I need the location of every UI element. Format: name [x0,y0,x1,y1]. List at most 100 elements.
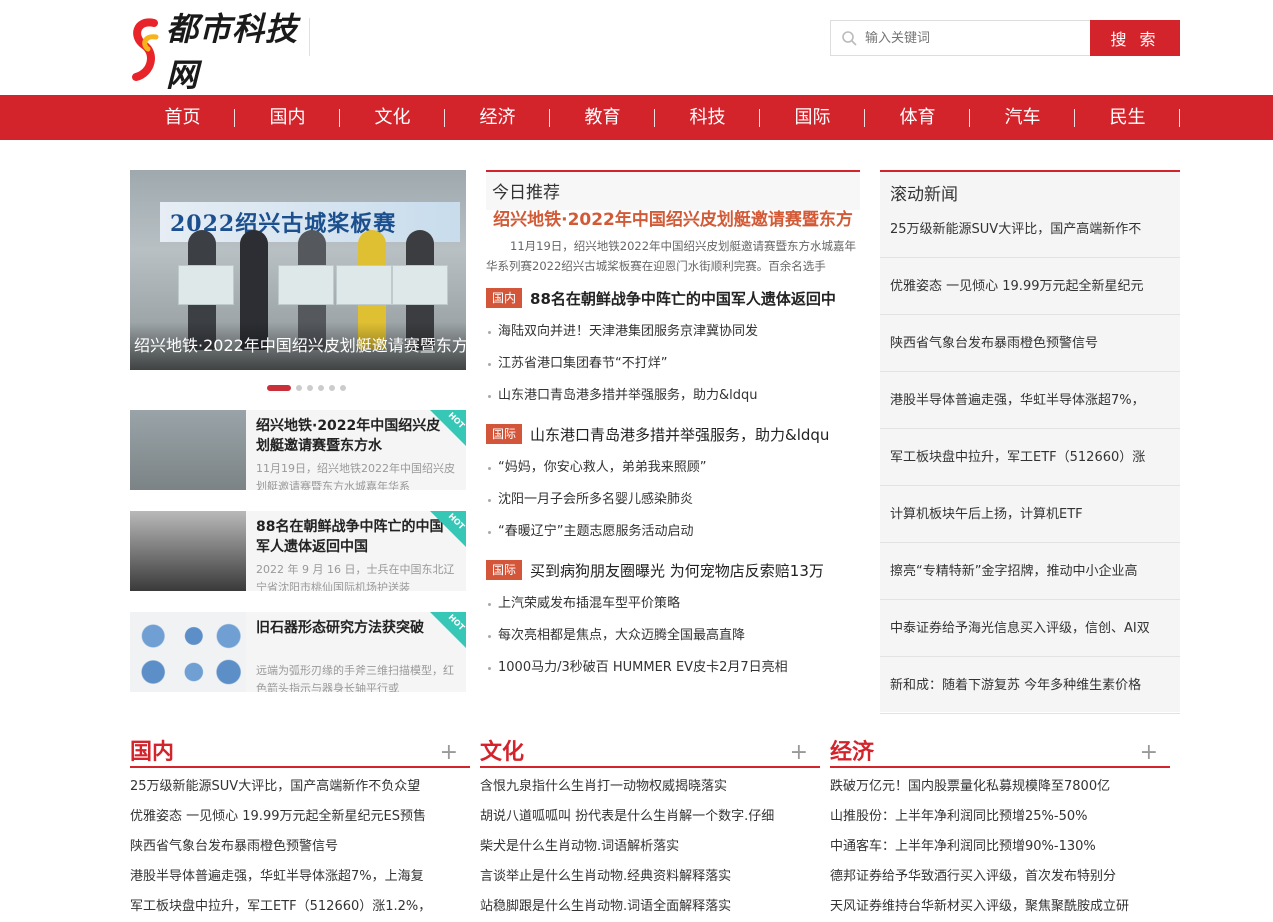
search-icon [842,31,857,46]
list-item[interactable]: 每次亮相都是焦点，大众迈腾全国最高直降 [486,620,860,652]
feature-thumbnail[interactable] [130,612,246,692]
site-logo[interactable]: 都市科技网 [130,10,310,94]
feature-thumbnail[interactable] [130,410,246,490]
nav-item-auto[interactable]: 汽车 [970,95,1075,140]
section-title[interactable]: 经济 [830,740,874,765]
list-item[interactable]: 军工板块盘中拉升，军工ETF（512660）涨1.2%， [130,892,470,922]
section-culture: 文化 + 含恨九泉指什么生肖打一动物权威揭晓落实 胡说八道呱呱叫 扮代表是什么生… [480,738,820,922]
list-item[interactable]: 新和成：随着下游复苏 今年多种维生素价格 [880,657,1180,714]
section-header: 文化 + [480,738,820,768]
feature-desc: 2022 年 9 月 16 日，士兵在中国东北辽宁省沈阳市桃仙国际机场护送装 [256,563,455,591]
list-item[interactable]: 军工板块盘中拉升，军工ETF（512660）涨 [880,429,1180,486]
feature-thumbnail[interactable] [130,511,246,591]
list-item[interactable]: 山推股份：上半年净利润同比预增25%-50% [830,802,1170,832]
news-group-title[interactable]: 88名在朝鲜战争中阵亡的中国军人遗体返回中 [530,288,836,309]
slider-dot[interactable] [296,385,302,391]
list-item[interactable]: 上汽荣威发布插混车型平价策略 [486,588,860,620]
search-field[interactable] [830,20,1090,56]
more-icon[interactable]: + [440,738,458,768]
list-item[interactable]: “妈妈，你安心救人，弟弟我来照顾” [486,452,860,484]
list-item[interactable]: 沈阳一月子会所多名婴儿感染肺炎 [486,484,860,516]
feature-title[interactable]: 88名在朝鲜战争中阵亡的中国军人遗体返回中国 [256,517,446,557]
more-icon[interactable]: + [790,738,808,768]
slider-dot[interactable] [340,385,346,391]
list-item[interactable]: 德邦证券给予华致酒行买入评级，首次发布特别分 [830,862,1170,892]
hot-badge: HOT [430,511,466,547]
feature-item[interactable]: 绍兴地铁·2022年中国绍兴皮划艇邀请赛暨东方水 11月19日，绍兴地铁2022… [130,410,466,490]
nav-item-home[interactable]: 首页 [130,95,235,140]
list-item[interactable]: 江苏省港口集团春节“不打烊” [486,348,860,380]
section-title[interactable]: 文化 [480,740,524,765]
feature-item[interactable]: 旧石器形态研究方法获突破 远端为弧形刃缘的手斧三维扫描模型，红色箭头指示与器身长… [130,612,466,692]
list-item[interactable]: 天风证券维持台华新材买入评级，聚焦聚酰胺成立研 [830,892,1170,922]
slide-caption[interactable]: 绍兴地铁·2022年中国绍兴皮划艇邀请赛暨东方 [130,322,466,370]
nav-item-sports[interactable]: 体育 [865,95,970,140]
feature-desc: 远端为弧形刃缘的手斧三维扫描模型，红色箭头指示与器身长轴平行或 [256,664,454,692]
nav-item-international[interactable]: 国际 [760,95,865,140]
today-heading: 今日推荐 [486,170,860,210]
list-item[interactable]: “春暖辽宁”主题志愿服务活动启动 [486,516,860,548]
feature-title[interactable]: 绍兴地铁·2022年中国绍兴皮划艇邀请赛暨东方水 [256,416,446,456]
section-domestic: 国内 + 25万级新能源SUV大评比，国产高端新作不负众望 优雅姿态 一见倾心 … [130,738,470,922]
list-item[interactable]: 港股半导体普遍走强，华虹半导体涨超7%， [880,372,1180,429]
rolling-list: 25万级新能源SUV大评比，国产高端新作不 优雅姿态 一见倾心 19.99万元起… [880,212,1180,714]
list-item[interactable]: 含恨九泉指什么生肖打一动物权威揭晓落实 [480,772,820,802]
news-list: 海陆双向并进！天津港集团服务京津冀协同发 江苏省港口集团春节“不打烊” 山东港口… [486,316,860,412]
list-item[interactable]: 言谈举止是什么生肖动物.经典资料解释落实 [480,862,820,892]
news-group-header: 国际 山东港口青岛港多措并举强服务，助力&ldqu [486,422,860,446]
header-divider [309,18,310,56]
news-list: “妈妈，你安心救人，弟弟我来照顾” 沈阳一月子会所多名婴儿感染肺炎 “春暖辽宁”… [486,452,860,548]
search-input[interactable] [865,30,1065,46]
list-item[interactable]: 擦亮“专精特新”金字招牌，推动中小企业高 [880,543,1180,600]
section-header: 经济 + [830,738,1170,768]
list-item[interactable]: 柴犬是什么生肖动物.词语解析落实 [480,832,820,862]
list-item[interactable]: 陕西省气象台发布暴雨橙色预警信号 [130,832,470,862]
section-list: 25万级新能源SUV大评比，国产高端新作不负众望 优雅姿态 一见倾心 19.99… [130,772,470,922]
slider-dot[interactable] [329,385,335,391]
category-tag[interactable]: 国内 [486,288,523,308]
main-nav: 首页 国内 文化 经济 教育 科技 国际 体育 汽车 民生 [0,95,1273,140]
section-header: 国内 + [130,738,470,768]
section-economy: 经济 + 跌破万亿元！国内股票量化私募规模降至7800亿 山推股份：上半年净利润… [830,738,1170,922]
list-item[interactable]: 1000马力/3秒破百 HUMMER EV皮卡2月7日亮相 [486,652,860,684]
section-title[interactable]: 国内 [130,740,174,765]
category-tag[interactable]: 国际 [486,560,523,580]
list-item[interactable]: 计算机板块午后上扬，计算机ETF [880,486,1180,543]
category-tag[interactable]: 国际 [486,424,523,444]
nav-item-livelihood[interactable]: 民生 [1075,95,1180,140]
slider-dot[interactable] [318,385,324,391]
today-headline[interactable]: 绍兴地铁·2022年中国绍兴皮划艇邀请赛暨东方 [486,208,860,232]
list-item[interactable]: 站稳脚跟是什么生肖动物.词语全面解释落实 [480,892,820,922]
slider-dot[interactable] [307,385,313,391]
list-item[interactable]: 中泰证券给予海光信息买入评级，信创、AI双 [880,600,1180,657]
news-group-title[interactable]: 山东港口青岛港多措并举强服务，助力&ldqu [530,424,829,445]
news-list: 上汽荣威发布插混车型平价策略 每次亮相都是焦点，大众迈腾全国最高直降 1000马… [486,588,860,684]
list-item[interactable]: 优雅姿态 一见倾心 19.99万元起全新星纪元 [880,258,1180,315]
search-button[interactable]: 搜 索 [1090,20,1180,56]
list-item[interactable]: 胡说八道呱呱叫 扮代表是什么生肖解一个数字.仔细 [480,802,820,832]
list-item[interactable]: 跌破万亿元！国内股票量化私募规模降至7800亿 [830,772,1170,802]
list-item[interactable]: 中通客车：上半年净利润同比预增90%-130% [830,832,1170,862]
today-summary: 11月19日，绍兴地铁2022年中国绍兴皮划艇邀请赛暨东方水城嘉年华系列赛202… [486,239,857,273]
feature-item[interactable]: 88名在朝鲜战争中阵亡的中国军人遗体返回中国 2022 年 9 月 16 日，士… [130,511,466,591]
today-recommend: 今日推荐 绍兴地铁·2022年中国绍兴皮划艇邀请赛暨东方 11月19日，绍兴地铁… [486,170,860,684]
list-item[interactable]: 海陆双向并进！天津港集团服务京津冀协同发 [486,316,860,348]
nav-item-technology[interactable]: 科技 [655,95,760,140]
feature-title[interactable]: 旧石器形态研究方法获突破 [256,618,446,638]
list-item[interactable]: 港股半导体普遍走强，华虹半导体涨超7%，上海复 [130,862,470,892]
list-item[interactable]: 25万级新能源SUV大评比，国产高端新作不 [880,212,1180,258]
list-item[interactable]: 优雅姿态 一见倾心 19.99万元起全新星纪元ES预售 [130,802,470,832]
slider-dot[interactable] [267,385,291,391]
news-group-title[interactable]: 买到病狗朋友圈曝光 为何宠物店反索赔13万 [530,560,824,581]
section-list: 跌破万亿元！国内股票量化私募规模降至7800亿 山推股份：上半年净利润同比预增2… [830,772,1170,922]
nav-item-economy[interactable]: 经济 [445,95,550,140]
nav-item-culture[interactable]: 文化 [340,95,445,140]
nav-item-domestic[interactable]: 国内 [235,95,340,140]
feature-desc: 11月19日，绍兴地铁2022年中国绍兴皮划艇邀请赛暨东方水城嘉年华系 [256,462,455,490]
image-slider[interactable]: 2022绍兴古城桨板赛 绍兴地铁·2022年中国绍兴皮划艇邀请赛暨东方 [130,170,466,370]
nav-item-education[interactable]: 教育 [550,95,655,140]
list-item[interactable]: 陕西省气象台发布暴雨橙色预警信号 [880,315,1180,372]
list-item[interactable]: 25万级新能源SUV大评比，国产高端新作不负众望 [130,772,470,802]
list-item[interactable]: 山东港口青岛港多措并举强服务，助力&ldqu [486,380,860,412]
more-icon[interactable]: + [1140,738,1158,768]
